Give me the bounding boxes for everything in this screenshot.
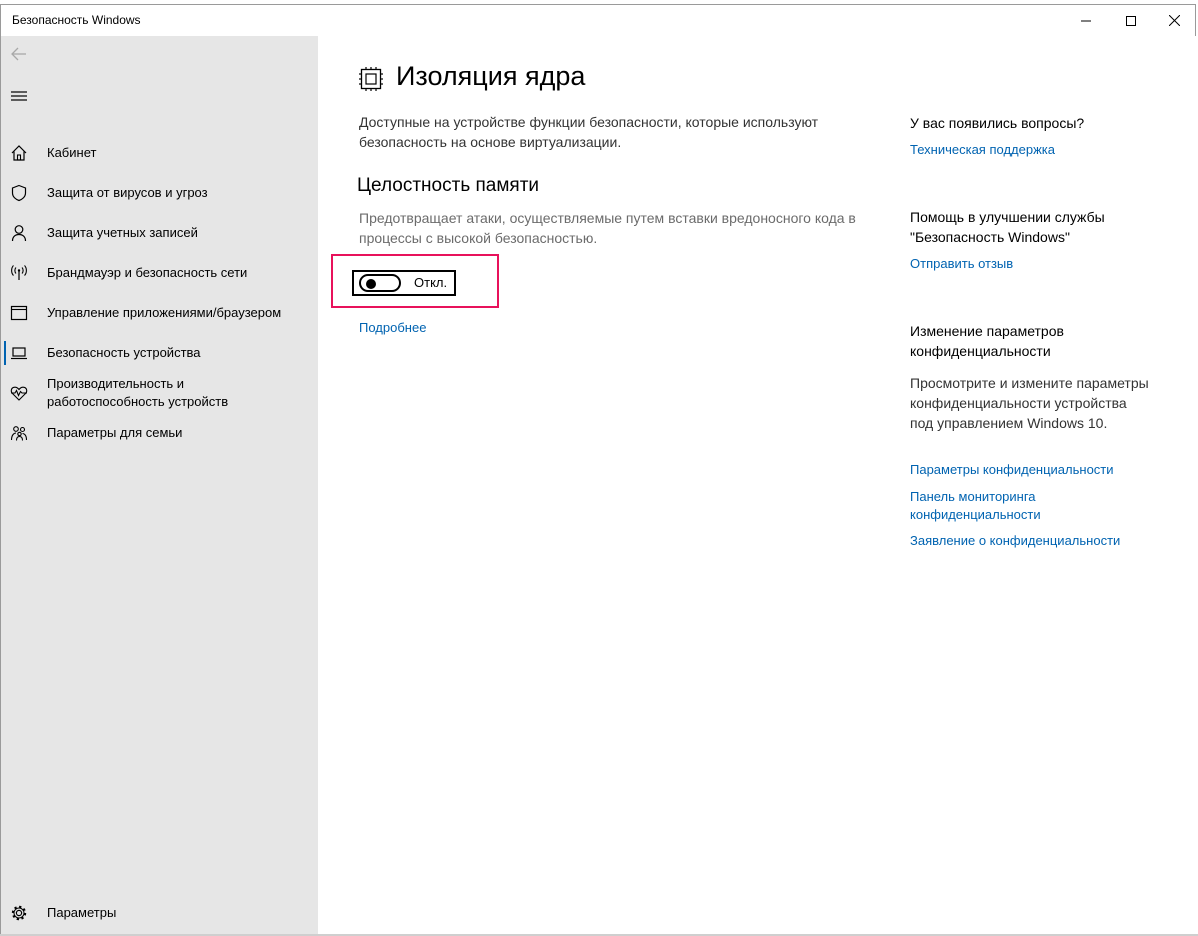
sidebar-item-home[interactable]: Кабинет <box>1 133 318 173</box>
sidebar-item-virus-protection[interactable]: Защита от вирусов и угроз <box>1 173 318 213</box>
toggle-track <box>359 274 401 292</box>
sidebar-item-label: Защита от вирусов и угроз <box>47 185 208 200</box>
sidebar-item-family-options[interactable]: Параметры для семьи <box>1 413 318 453</box>
sidebar-item-label: Производительность и работоспособность у… <box>47 376 229 409</box>
close-icon <box>1168 15 1180 26</box>
learn-more-link[interactable]: Подробнее <box>359 320 426 335</box>
back-arrow-icon <box>11 47 26 61</box>
laptop-icon <box>11 347 27 360</box>
gear-icon <box>11 905 27 921</box>
app-window-icon <box>10 305 28 321</box>
privacy-heading: Изменение параметров конфиденциальности <box>910 323 1064 359</box>
sidebar-item-settings[interactable]: Параметры <box>1 893 318 933</box>
core-isolation-chip-icon <box>359 67 383 91</box>
hamburger-menu-button[interactable] <box>7 84 31 108</box>
memory-integrity-toggle[interactable]: Откл. <box>352 270 456 296</box>
maximize-icon <box>1126 15 1136 26</box>
back-button[interactable] <box>7 42 31 66</box>
privacy-dashboard-link[interactable]: Панель мониторинга конфиденциальности <box>910 488 1070 524</box>
section-title: Целостность памяти <box>357 175 540 196</box>
improve-heading: Помощь в улучшении службы "Безопасность … <box>910 209 1105 245</box>
main-content: Изоляция ядра Доступные на устройстве фу… <box>318 36 1196 934</box>
questions-heading: У вас появились вопросы? <box>910 115 1085 131</box>
page-title: Изоляция ядра <box>396 61 586 91</box>
minimize-icon <box>1081 20 1091 21</box>
home-icon <box>11 145 27 161</box>
person-icon <box>11 225 27 242</box>
sidebar-item-label: Защита учетных записей <box>47 225 198 240</box>
sidebar-item-label: Управление приложениями/браузером <box>47 305 282 320</box>
hamburger-icon <box>11 91 27 101</box>
wifi-antenna-icon <box>11 265 27 280</box>
heart-pulse-icon <box>10 386 28 401</box>
sidebar-item-firewall[interactable]: Брандмауэр и безопасность сети <box>1 253 318 293</box>
app-window: Безопасность Windows Кабинет Защита от в… <box>0 4 1196 935</box>
support-link[interactable]: Техническая поддержка <box>910 141 1155 159</box>
family-icon <box>10 426 28 441</box>
sidebar-item-device-performance[interactable]: Производительность и работоспособность у… <box>1 373 318 417</box>
shield-icon <box>11 184 27 202</box>
section-description: Предотвращает атаки, осуществляемые путе… <box>359 210 856 246</box>
sidebar-item-label: Безопасность устройства <box>47 345 201 360</box>
sidebar-item-device-security[interactable]: Безопасность устройства <box>1 333 318 373</box>
sidebar-item-app-browser-control[interactable]: Управление приложениями/браузером <box>1 293 318 333</box>
sidebar-item-label: Параметры <box>47 905 117 920</box>
maximize-button[interactable] <box>1108 5 1154 36</box>
sidebar-item-label: Брандмауэр и безопасность сети <box>47 265 248 280</box>
sidebar-item-label: Параметры для семьи <box>47 425 183 440</box>
toggle-knob <box>366 279 376 289</box>
close-button[interactable] <box>1151 5 1197 36</box>
privacy-statement-link[interactable]: Заявление о конфиденциальности <box>910 532 1155 550</box>
page-description: Доступные на устройстве функции безопасн… <box>359 114 819 150</box>
title-bar: Безопасность Windows <box>1 5 1195 36</box>
sidebar-item-label: Кабинет <box>47 145 97 160</box>
privacy-settings-link[interactable]: Параметры конфиденциальности <box>910 461 1155 479</box>
minimize-button[interactable] <box>1063 5 1109 36</box>
feedback-link[interactable]: Отправить отзыв <box>910 255 1155 273</box>
toggle-state-label: Откл. <box>414 275 448 290</box>
privacy-description: Просмотрите и измените параметры конфиде… <box>910 375 1149 431</box>
sidebar-item-account-protection[interactable]: Защита учетных записей <box>1 213 318 253</box>
window-title: Безопасность Windows <box>12 13 141 27</box>
sidebar: Кабинет Защита от вирусов и угроз Защита… <box>1 36 318 934</box>
